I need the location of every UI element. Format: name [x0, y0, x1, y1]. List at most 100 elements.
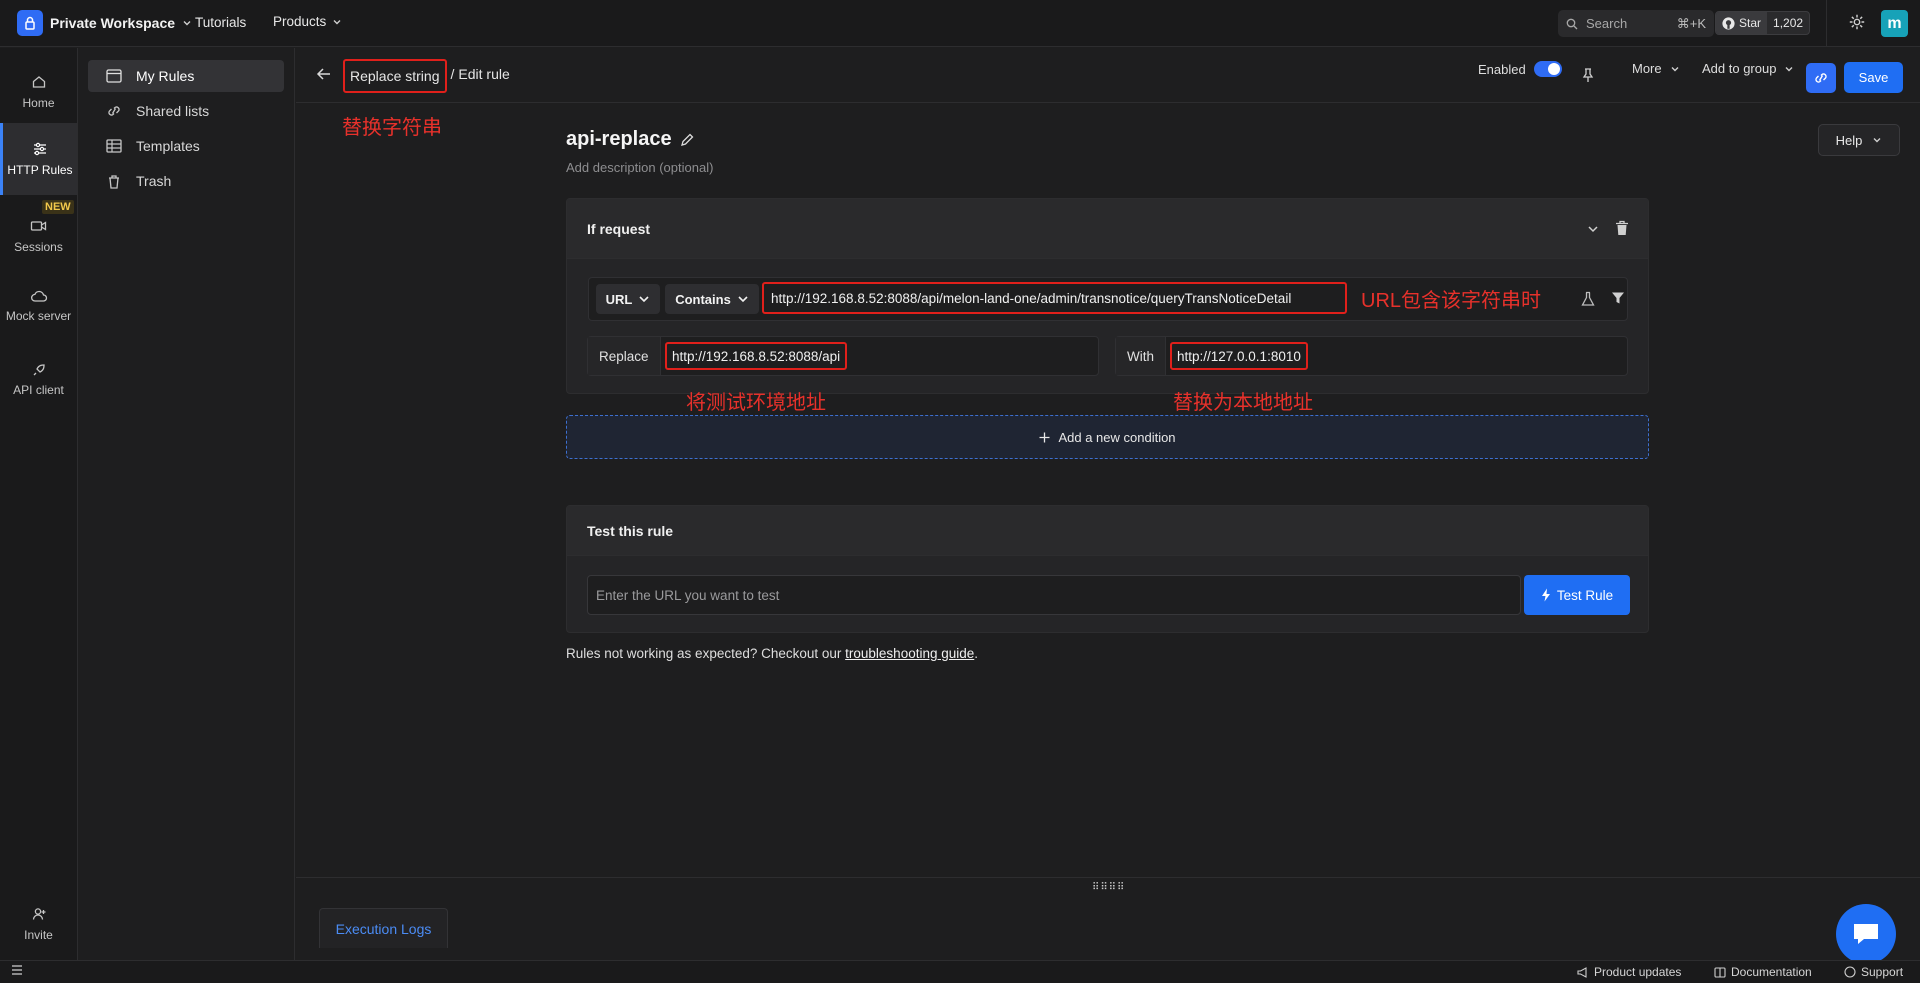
help-label: Help [1835, 132, 1863, 148]
enabled-label: Enabled [1478, 61, 1526, 77]
rail-label: Home [22, 96, 55, 110]
with-label: With [1116, 337, 1166, 375]
annotation-test-env: 将测试环境地址 [686, 392, 826, 414]
resize-handle[interactable]: ⠿⠿⠿⠿ [1092, 882, 1125, 893]
sidebar-item-label: Templates [136, 138, 200, 154]
chevron-down-icon [1784, 64, 1794, 74]
test-rule-label: Test Rule [1556, 587, 1614, 603]
products-label: Products [273, 14, 327, 29]
source-label: URL [605, 291, 633, 307]
trash-icon[interactable] [1615, 220, 1629, 236]
rail-label: API client [13, 383, 64, 397]
annotation-local-addr: 替换为本地地址 [1173, 392, 1313, 414]
rail-label: Mock server [5, 309, 72, 323]
enabled-switch[interactable] [1533, 61, 1562, 77]
flask-icon[interactable] [1581, 291, 1595, 307]
chevron-down-icon [332, 17, 342, 27]
add-condition-button[interactable]: Add a new condition [566, 415, 1649, 459]
rail-item-home[interactable]: Home [0, 56, 77, 128]
documentation-link[interactable]: Documentation [1714, 965, 1812, 979]
primary-nav: Home HTTP Rules Sessions NEW Mock server… [0, 48, 78, 960]
gear-icon[interactable] [1848, 13, 1866, 31]
add-to-group-menu[interactable]: Add to group [1702, 61, 1794, 76]
replace-field: Replace http://192.168.8.52:8088/api [587, 336, 1099, 376]
sidebar-item-label: Trash [136, 173, 172, 189]
sidebar-item-shared-lists[interactable]: Shared lists [88, 95, 284, 127]
new-badge: NEW [42, 200, 74, 214]
with-field: With http://127.0.0.1:8010 [1115, 336, 1628, 376]
test-rule-button[interactable]: Test Rule [1524, 575, 1630, 615]
documentation-label: Documentation [1731, 965, 1812, 979]
workspace-switcher[interactable]: Private Workspace [17, 8, 192, 38]
enabled-toggle[interactable]: Enabled [1478, 61, 1562, 77]
rule-name[interactable]: api-replace [566, 128, 694, 151]
chevron-down-icon [1872, 135, 1882, 145]
avatar[interactable]: m [1881, 10, 1908, 37]
operator-select[interactable]: Contains [665, 284, 759, 314]
more-menu[interactable]: More [1632, 61, 1680, 76]
github-star-count: 1,202 [1773, 16, 1804, 30]
sidebar-item-my-rules[interactable]: My Rules [88, 60, 284, 92]
workspace-name: Private Workspace [50, 15, 176, 31]
save-button[interactable]: Save [1844, 62, 1903, 93]
filter-icon[interactable] [1611, 291, 1625, 305]
sidebar-item-templates[interactable]: Templates [88, 130, 284, 162]
troubleshooting-text: Rules not working as expected? Checkout … [566, 646, 846, 661]
chevron-down-icon [1670, 64, 1680, 74]
chevron-down-icon[interactable] [1587, 223, 1599, 235]
pin-icon[interactable] [1581, 67, 1595, 83]
rail-item-api-client[interactable]: API client [0, 344, 77, 416]
rule-description-input[interactable]: Add description (optional) [566, 160, 713, 175]
arrow-left-icon[interactable] [316, 67, 332, 81]
troubleshooting-link[interactable]: troubleshooting guide [845, 646, 974, 661]
products-menu[interactable]: Products [273, 14, 342, 29]
top-bar: Private Workspace Tutorials Products Sea… [0, 0, 1920, 47]
support-link[interactable]: Support [1844, 965, 1903, 979]
test-url-input[interactable]: Enter the URL you want to test [587, 575, 1521, 615]
share-rule-button[interactable] [1806, 63, 1836, 93]
sidebar-item-label: My Rules [136, 68, 195, 84]
rule-type-crumb[interactable]: Replace string [343, 59, 447, 93]
support-label: Support [1861, 965, 1904, 979]
help-button[interactable]: Help [1818, 124, 1900, 156]
replace-input[interactable]: http://192.168.8.52:8088/api [665, 342, 848, 370]
lightning-icon [1541, 588, 1551, 602]
user-plus-icon [31, 906, 47, 922]
if-request-header: If request [567, 199, 1648, 259]
cloud-icon [30, 289, 48, 303]
divider [1826, 0, 1827, 47]
source-select[interactable]: URL [596, 284, 660, 314]
rail-item-invite[interactable]: Invite [0, 888, 77, 960]
rail-item-mock-server[interactable]: Mock server [0, 270, 77, 342]
home-icon [31, 74, 47, 90]
editor-header: Replace string / Edit rule Enabled More … [296, 48, 1920, 103]
pencil-icon[interactable] [680, 133, 694, 147]
rail-label: Sessions [14, 240, 63, 254]
browser-window-icon [106, 69, 122, 83]
rail-item-http-rules[interactable]: HTTP Rules [0, 123, 77, 195]
url-condition-input[interactable]: http://192.168.8.52:8088/api/melon-land-… [762, 282, 1347, 314]
sidebar-item-trash[interactable]: Trash [88, 165, 284, 197]
megaphone-icon [1577, 966, 1589, 978]
panel-toggle-icon[interactable] [11, 965, 23, 975]
search-input[interactable]: Search ⌘+K [1558, 10, 1714, 37]
product-updates-link[interactable]: Product updates [1577, 965, 1681, 979]
rule-name-text: api-replace [566, 128, 672, 150]
breadcrumb: Replace string / Edit rule [343, 59, 510, 93]
tutorials-label: Tutorials [195, 15, 247, 30]
logs-panel: ⠿⠿⠿⠿ Execution Logs [296, 877, 1920, 960]
github-star-button[interactable]: Star 1,202 [1715, 11, 1811, 35]
tutorials-link[interactable]: Tutorials [195, 15, 246, 30]
breadcrumb-separator: / [450, 66, 455, 82]
github-icon [1722, 16, 1735, 30]
tab-execution-logs[interactable]: Execution Logs [319, 908, 448, 948]
more-label: More [1632, 61, 1662, 76]
sidebar-item-label: Shared lists [136, 103, 210, 119]
with-input[interactable]: http://127.0.0.1:8010 [1170, 342, 1308, 370]
trash-icon [106, 174, 122, 189]
add-condition-label: Add a new condition [1058, 429, 1176, 445]
lock-icon [17, 10, 43, 36]
chat-button[interactable] [1836, 904, 1896, 964]
operator-label: Contains [675, 291, 731, 307]
book-icon [1714, 966, 1726, 978]
